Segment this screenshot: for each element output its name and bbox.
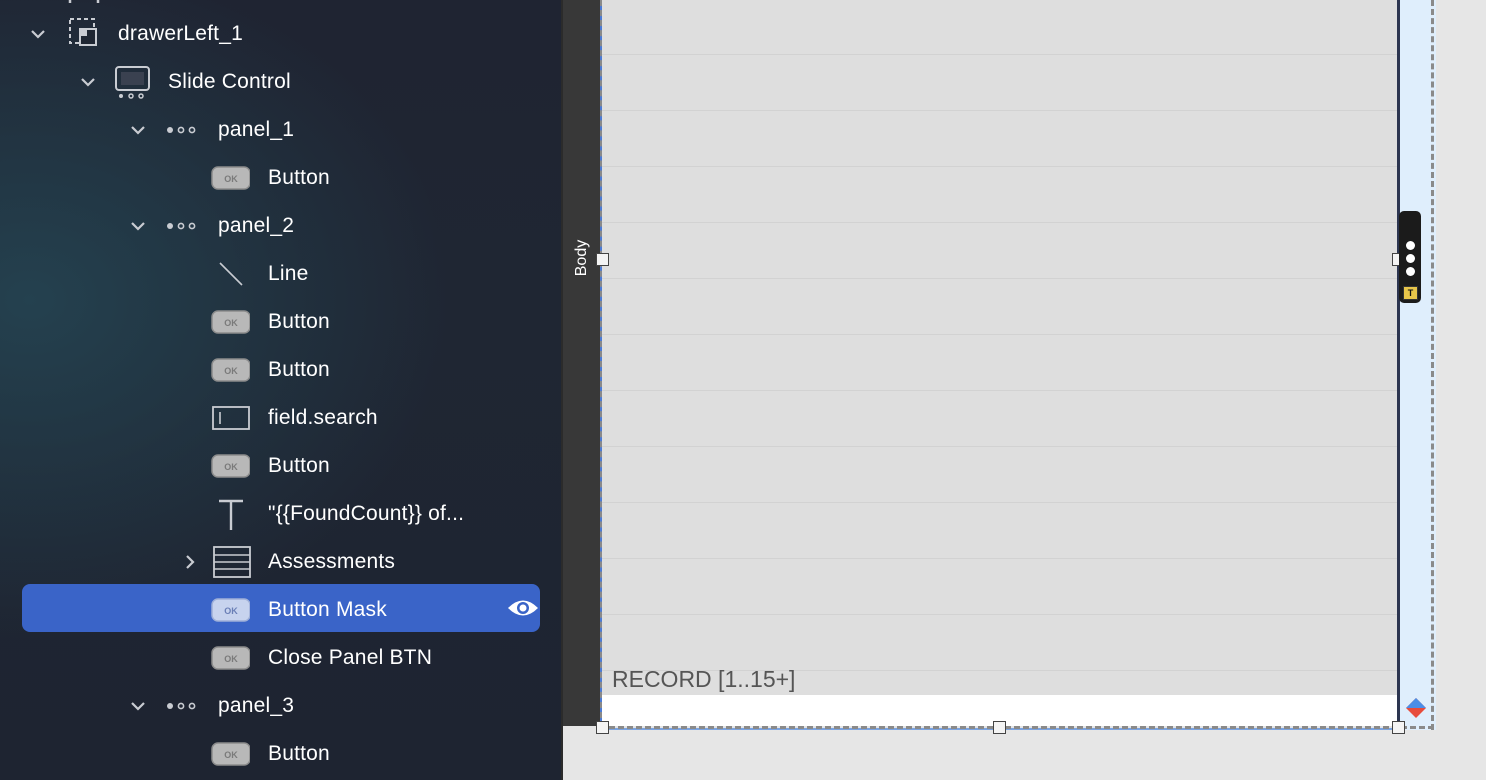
drawer-icon [66,16,106,52]
resize-handle[interactable] [596,721,609,734]
conditional-format-icon [1406,698,1426,718]
tree-item-label: field.search [268,406,378,429]
eye-icon[interactable] [506,593,540,623]
tree-item-label: Slide Control [168,70,291,93]
panel-icon [162,208,202,244]
button-icon: OK [210,640,251,676]
chevron-down-icon[interactable] [76,70,100,94]
chevron-down-icon[interactable] [126,214,150,238]
part-label-strip[interactable]: Body [563,0,600,726]
tree-item-label: drawerLeft_1 [118,22,243,45]
svg-text:OK: OK [224,654,238,664]
object-badge[interactable]: T [1399,211,1421,303]
svg-text:OK: OK [224,606,238,616]
tree-item-field-search[interactable]: field.search [22,394,540,442]
tree-item-button[interactable]: OK Button [22,154,540,202]
object-tree: drawerLeft_1 Slide Control panel_1 OK Bu [0,0,561,780]
tree-item-label: Button [268,166,330,189]
svg-text:OK: OK [224,366,238,376]
tree-item-label: Button Mask [268,598,387,621]
tree-item-close-panel-btn[interactable]: OK Close Panel BTN [22,634,540,682]
button-icon: OK [210,352,251,388]
drawer-icon-partial [68,0,100,5]
tree-item-text[interactable]: "{{FoundCount}} of... [22,490,540,538]
record-indicator: RECORD [1..15+] [612,666,796,692]
tree-item-panel-2[interactable]: panel_2 [22,202,540,250]
chevron-down-icon[interactable] [126,118,150,142]
tree-item-label: panel_2 [218,214,295,237]
portal-icon [212,544,252,580]
body-part[interactable] [600,0,1399,726]
chevron-down-icon[interactable] [126,694,150,718]
field-icon [210,400,250,436]
chevron-down-icon[interactable] [26,22,50,46]
tree-item-label: "{{FoundCount}} of... [268,502,465,525]
resize-handle[interactable] [596,253,609,266]
tree-item-label: Button [268,742,330,765]
tree-item-label: Close Panel BTN [268,646,433,669]
selection-border [600,0,602,728]
svg-text:OK: OK [224,318,238,328]
tree-item-button[interactable]: OK Button [22,730,540,778]
tree-item-label: panel_3 [218,694,295,717]
button-icon: OK [210,736,251,772]
tree-item-button[interactable]: OK Button [22,442,540,490]
layout-canvas[interactable]: Body RECORD [1..15+] T [563,0,1486,780]
badge-dot [1406,267,1415,276]
tree-item-button[interactable]: OK Button [22,346,540,394]
slide-control-icon [112,64,152,100]
tree-item-label: Assessments [268,550,396,573]
svg-text:OK: OK [224,462,238,472]
tree-item-label: panel_1 [218,118,295,141]
tree-item-button-mask[interactable]: OK Button Mask [22,584,540,632]
tree-item-label: Line [268,262,309,285]
tree-item-assessments[interactable]: Assessments [22,538,540,586]
panel-icon [162,688,202,724]
selection-border [600,726,1434,729]
tree-item-slide-control[interactable]: Slide Control [22,58,540,106]
button-icon: OK [210,160,251,196]
tree-item-drawerleft-1[interactable]: drawerLeft_1 [22,10,540,58]
tooltip-badge-icon: T [1403,286,1418,300]
svg-text:OK: OK [224,750,238,760]
tree-item-label: Button [268,310,330,333]
text-icon [210,496,250,532]
tree-item-panel-3[interactable]: panel_3 [22,682,540,730]
resize-handle[interactable] [993,721,1006,734]
resize-handle[interactable] [1392,721,1405,734]
badge-dot [1406,241,1415,250]
tree-item-button[interactable]: OK Button [22,298,540,346]
button-icon: OK [210,304,251,340]
panel-icon [162,112,202,148]
button-icon: OK [210,448,251,484]
part-label: Body [573,239,590,277]
chevron-right-icon[interactable] [178,550,202,574]
tree-item-panel-1[interactable]: panel_1 [22,106,540,154]
svg-text:OK: OK [224,174,238,184]
line-icon [210,256,250,292]
button-icon: OK [210,592,251,628]
tree-item-line[interactable]: Line [22,250,540,298]
tree-item-label: Button [268,358,330,381]
selection-border [1431,0,1434,730]
badge-dot [1406,254,1415,263]
tree-item-label: Button [268,454,330,477]
